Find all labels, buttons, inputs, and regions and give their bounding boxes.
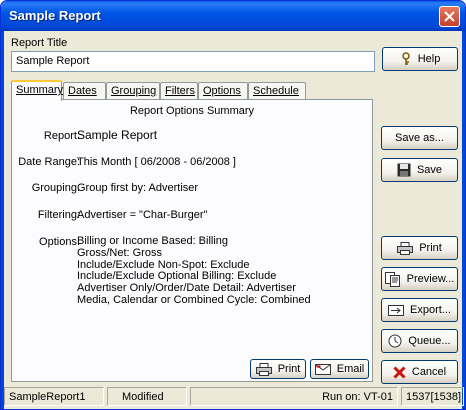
tab-grouping[interactable]: Grouping: [106, 82, 160, 100]
clock-icon: [388, 334, 402, 348]
queue-label: Queue...: [408, 335, 451, 347]
close-button[interactable]: [439, 6, 460, 27]
options-label: Options:: [39, 236, 80, 248]
preview-button[interactable]: Preview...: [381, 267, 458, 291]
filtering-label: Filtering:: [37, 209, 80, 221]
status-bar: SampleReport1 Modified Run on: VT-01 153…: [4, 387, 464, 406]
tab-filters[interactable]: Filters: [160, 82, 198, 100]
panel-print-label: Print: [277, 363, 301, 375]
summary-heading: Report Options Summary: [129, 105, 255, 117]
close-icon: [444, 11, 455, 22]
preview-pages-icon: [384, 271, 400, 287]
save-as-label: Save as...: [395, 132, 444, 144]
printer-icon: [255, 362, 272, 376]
options-list: Billing or Income Based: Billing Gross/N…: [77, 235, 311, 307]
cancel-button[interactable]: Cancel: [381, 360, 458, 384]
key-icon: [401, 52, 410, 65]
save-label: Save: [416, 164, 443, 176]
printer-icon: [397, 241, 414, 255]
summary-panel: Report Options Summary Report: Sample Re…: [11, 99, 373, 382]
status-run-on: Run on: VT-01: [190, 387, 398, 406]
save-button[interactable]: Save: [381, 158, 458, 182]
window-border-left: [1, 31, 4, 409]
title-bar[interactable]: Sample Report: [1, 1, 465, 31]
email-label: Email: [336, 363, 365, 375]
export-button[interactable]: Export...: [381, 298, 458, 322]
print-label: Print: [419, 242, 442, 254]
window-title: Sample Report: [9, 8, 101, 23]
export-label: Export...: [410, 304, 451, 316]
panel-print-button[interactable]: Print: [250, 359, 306, 379]
save-as-button[interactable]: Save as...: [381, 126, 458, 150]
tab-summary[interactable]: Summary: [11, 80, 63, 101]
tab-dates[interactable]: Dates: [63, 82, 106, 100]
help-button[interactable]: Help: [382, 47, 458, 71]
report-value: Sample Report: [77, 128, 158, 142]
filtering-value: Advertiser = "Char-Burger": [77, 209, 208, 221]
help-label: Help: [417, 53, 441, 65]
export-icon: [388, 304, 405, 316]
status-report-name: SampleReport1: [4, 387, 104, 406]
queue-button[interactable]: Queue...: [381, 329, 458, 353]
grouping-label: Grouping:: [31, 182, 80, 194]
cancel-label: Cancel: [411, 366, 447, 378]
report-window: Sample Report Report Title Sample Report…: [0, 0, 466, 410]
report-title-label: Report Title: [11, 37, 68, 49]
window-border-right: [462, 31, 465, 409]
envelope-icon: [314, 363, 331, 375]
date-range-value: This Month [ 06/2008 - 06/2008 ]: [77, 156, 236, 168]
option-item: Gross/Net: Gross: [77, 246, 162, 259]
status-record-count: 1537[1538]: [401, 387, 464, 406]
email-button[interactable]: Email: [310, 359, 369, 379]
preview-label: Preview...: [406, 273, 455, 285]
option-item: Media, Calendar or Combined Cycle: Combi…: [77, 293, 311, 306]
red-x-icon: [393, 365, 406, 379]
print-button[interactable]: Print: [381, 236, 458, 260]
status-state: Modified: [107, 387, 187, 406]
floppy-disk-icon: [397, 163, 411, 177]
date-range-label: Date Range:: [18, 156, 80, 168]
tab-options[interactable]: Options: [198, 82, 248, 100]
tab-schedule[interactable]: Schedule: [248, 82, 306, 100]
grouping-value: Group first by: Advertiser: [77, 182, 199, 194]
report-title-input[interactable]: Sample Report: [11, 51, 375, 72]
report-label: Report:: [43, 130, 80, 142]
